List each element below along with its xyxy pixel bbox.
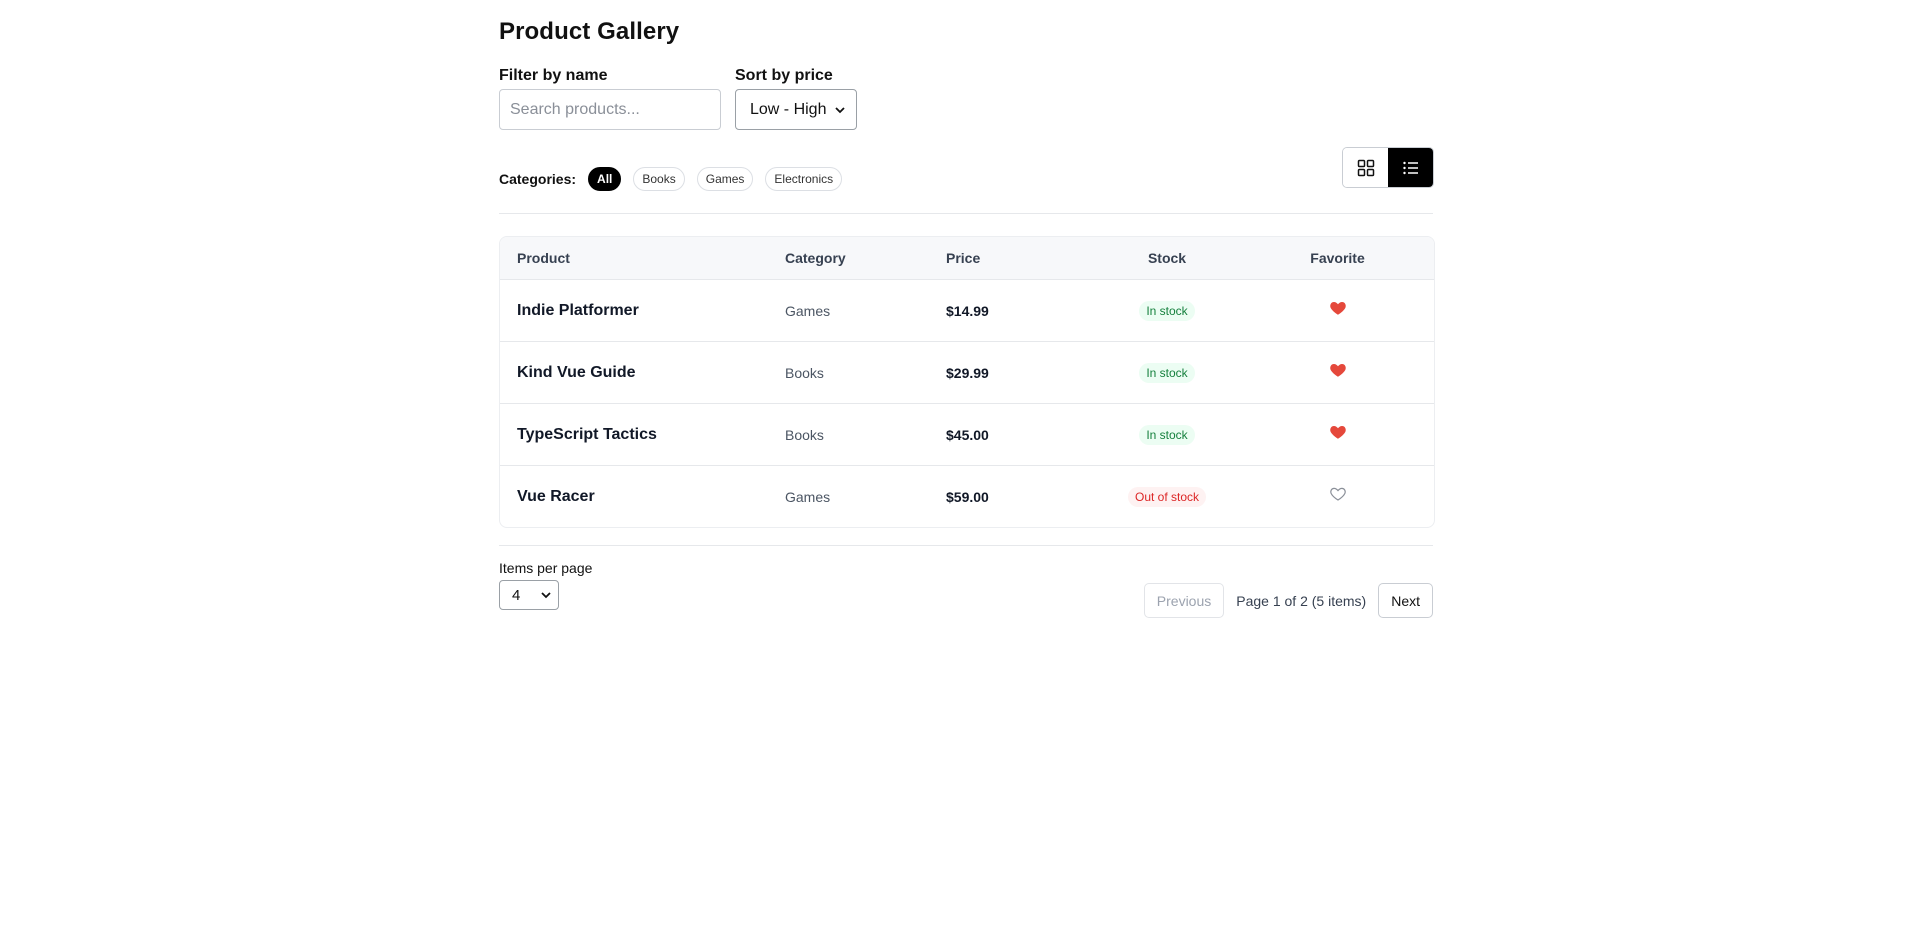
product-category: Books [785,426,824,443]
header-favorite: Favorite [1310,250,1365,266]
product-price: $14.99 [946,302,989,319]
product-category: Games [785,302,831,319]
stock-badge: Out of stock [1127,486,1207,507]
filter-label: Filter by name [499,67,608,84]
page-info: Page 1 of 2 (5 items) [1236,592,1367,609]
items-per-page: Items per page 4 [499,560,592,610]
search-input[interactable] [499,89,721,130]
sort-select[interactable]: Low - High [735,89,857,130]
product-name: Kind Vue Guide [517,363,636,381]
product-category: Games [785,488,831,505]
grid-view-button[interactable] [1343,148,1388,187]
view-toggle [1342,147,1434,188]
heart-filled-icon[interactable] [1329,423,1347,441]
list-view-button[interactable] [1388,148,1433,187]
table-row: TypeScript Tactics Books $45.00 In stock [500,403,1434,465]
heart-outline-icon[interactable] [1329,485,1347,503]
heart-filled-icon[interactable] [1329,361,1347,379]
table-header: Product Category Price Stock Favorite [500,237,1434,279]
table-row: Indie Platformer Games $14.99 In stock [500,279,1434,341]
grid-icon [1357,159,1374,176]
items-per-page-select[interactable]: 4 [499,580,559,610]
list-icon [1402,161,1418,174]
table-row: Vue Racer Games $59.00 Out of stock [500,465,1434,527]
product-name: Vue Racer [517,487,595,505]
pagination: Previous Page 1 of 2 (5 items) Next [1143,583,1433,618]
product-table: Product Category Price Stock Favorite In… [499,236,1435,528]
product-name: Indie Platformer [517,301,639,319]
items-per-page-label: Items per page [499,560,593,576]
product-name: TypeScript Tactics [517,425,657,443]
chevron-down-icon [835,106,846,113]
product-price: $59.00 [946,488,989,505]
filter-by-name: Filter by name [499,67,721,130]
items-per-page-value: 4 [512,586,521,604]
previous-button[interactable]: Previous [1143,583,1225,618]
category-chip-games[interactable]: Games [696,167,754,191]
stock-badge: In stock [1139,300,1195,321]
stock-badge: In stock [1139,424,1195,445]
product-price: $45.00 [946,426,989,443]
stock-badge: In stock [1139,362,1195,383]
heart-filled-icon[interactable] [1329,299,1347,317]
header-product: Product [517,250,570,266]
sort-by-price: Sort by price Low - High [735,67,857,130]
categories-label: Categories: [499,171,577,187]
header-price: Price [946,250,981,266]
header-category: Category [785,250,846,266]
page-title: Product Gallery [499,18,680,45]
product-category: Books [785,364,824,381]
category-filter: Categories: All Books Games Electronics [499,167,854,191]
divider [499,545,1433,546]
next-button[interactable]: Next [1378,583,1433,618]
header-stock: Stock [1147,250,1187,266]
category-chip-books[interactable]: Books [633,167,685,191]
category-chip-electronics[interactable]: Electronics [765,167,843,191]
chevron-down-icon [541,592,551,599]
table-row: Kind Vue Guide Books $29.99 In stock [500,341,1434,403]
divider [499,213,1433,214]
sort-selected-value: Low - High [750,100,827,118]
sort-label: Sort by price [735,67,833,84]
product-price: $29.99 [946,364,989,381]
category-chip-all[interactable]: All [588,167,622,191]
